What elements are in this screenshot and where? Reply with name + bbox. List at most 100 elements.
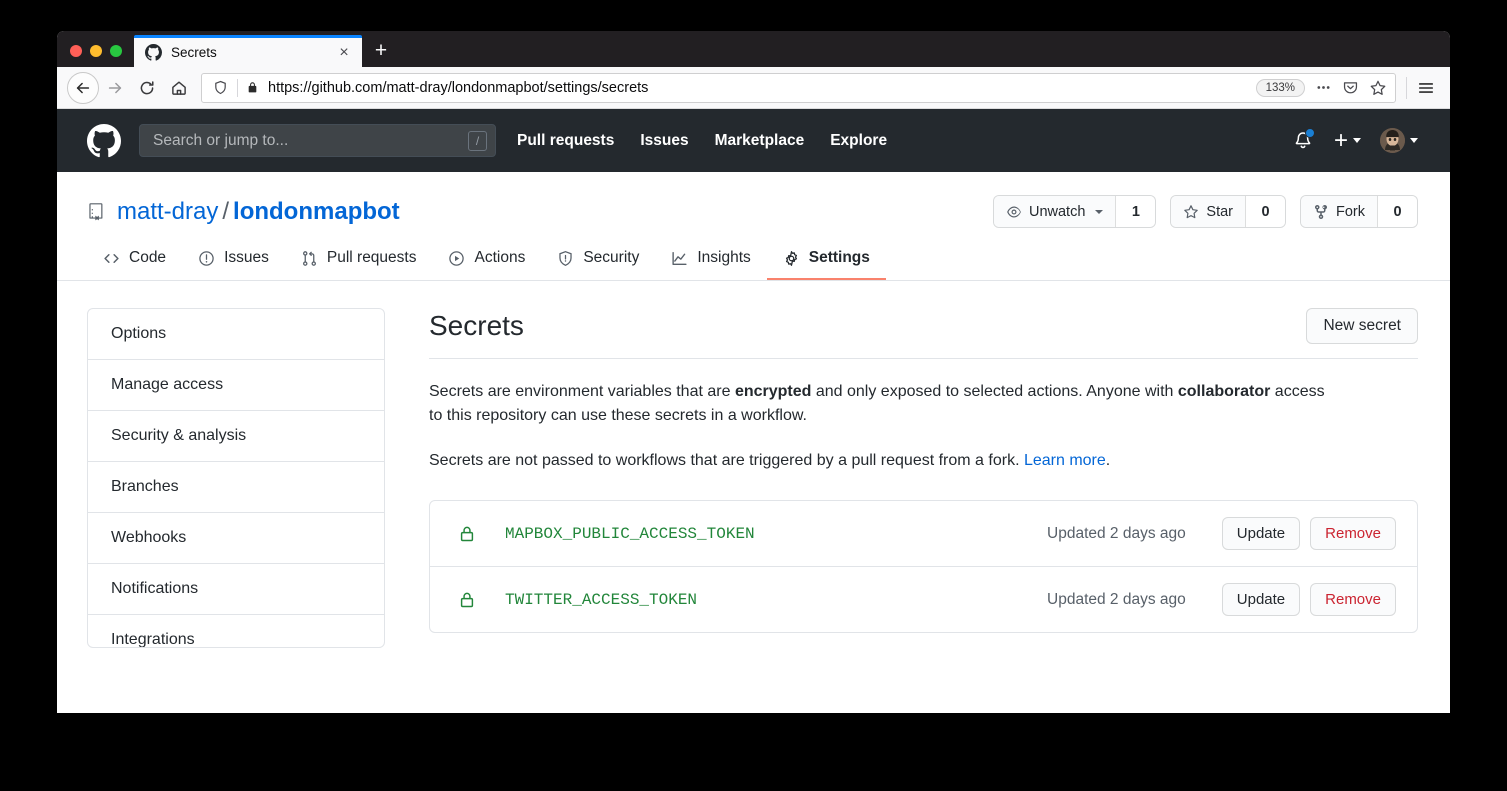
tab-actions[interactable]: Actions bbox=[432, 249, 541, 280]
lock-icon bbox=[458, 525, 476, 543]
notification-dot bbox=[1304, 127, 1315, 138]
secret-updated: Updated 2 days ago bbox=[1047, 590, 1186, 608]
maximize-window-button[interactable] bbox=[110, 45, 122, 57]
github-logo-icon[interactable] bbox=[87, 123, 121, 158]
update-secret-button[interactable]: Update bbox=[1221, 517, 1301, 550]
sidebar-item-options[interactable]: Options bbox=[88, 309, 384, 360]
tab-issues[interactable]: Issues bbox=[182, 249, 285, 280]
lock-icon[interactable] bbox=[245, 81, 259, 94]
desc2-part2: . bbox=[1105, 452, 1111, 469]
close-window-button[interactable] bbox=[70, 45, 82, 57]
eye-icon bbox=[1006, 204, 1022, 220]
watch-count[interactable]: 1 bbox=[1115, 196, 1156, 227]
repo-name-link[interactable]: londonmapbot bbox=[233, 198, 400, 225]
repo-owner-link[interactable]: matt-dray bbox=[117, 198, 218, 225]
tab-pull-requests[interactable]: Pull requests bbox=[285, 249, 433, 280]
browser-toolbar: https://github.com/matt-dray/londonmapbo… bbox=[57, 67, 1450, 109]
sidebar-item-webhooks[interactable]: Webhooks bbox=[88, 513, 384, 564]
back-icon[interactable] bbox=[67, 71, 99, 104]
desc1-part2: and only exposed to selected actions. An… bbox=[811, 383, 1178, 400]
settings-main: Secrets New secret Secrets are environme… bbox=[429, 308, 1418, 648]
tab-settings-label: Settings bbox=[808, 249, 870, 266]
pocket-icon[interactable] bbox=[1337, 75, 1364, 101]
watch-button-group: Unwatch 1 bbox=[992, 195, 1157, 228]
zoom-level-badge[interactable]: 133% bbox=[1255, 78, 1305, 97]
minimize-window-button[interactable] bbox=[90, 45, 102, 57]
bell-icon[interactable] bbox=[1290, 127, 1316, 154]
new-secret-button[interactable]: New secret bbox=[1306, 308, 1418, 344]
nav-explore[interactable]: Explore bbox=[830, 132, 887, 150]
fork-button-group: Fork 0 bbox=[1300, 195, 1418, 228]
repo-book-icon bbox=[87, 202, 106, 221]
tab-security-label: Security bbox=[583, 249, 640, 266]
sidebar-item-branches[interactable]: Branches bbox=[88, 462, 384, 513]
tab-insights[interactable]: Insights bbox=[655, 249, 766, 280]
sidebar-item-manage-access[interactable]: Manage access bbox=[88, 360, 384, 411]
github-header: Search or jump to... / Pull requests Iss… bbox=[57, 109, 1450, 172]
forward-icon[interactable] bbox=[99, 72, 131, 104]
sidebar-item-integrations[interactable]: Integrations bbox=[88, 615, 384, 647]
nav-issues[interactable]: Issues bbox=[640, 132, 688, 150]
search-input[interactable]: Search or jump to... / bbox=[139, 124, 496, 157]
fork-icon bbox=[1313, 204, 1329, 220]
secrets-description-2: Secrets are not passed to workflows that… bbox=[429, 449, 1334, 473]
update-secret-button[interactable]: Update bbox=[1221, 583, 1301, 616]
graph-icon bbox=[671, 250, 688, 267]
secrets-list: MAPBOX_PUBLIC_ACCESS_TOKEN Updated 2 day… bbox=[429, 500, 1418, 633]
tab-issues-label: Issues bbox=[224, 249, 269, 266]
tab-security[interactable]: Security bbox=[541, 249, 655, 280]
nav-marketplace[interactable]: Marketplace bbox=[715, 132, 805, 150]
issue-opened-icon bbox=[198, 250, 215, 267]
url-text[interactable]: https://github.com/matt-dray/londonmapbo… bbox=[268, 80, 1256, 96]
ellipsis-icon[interactable] bbox=[1310, 75, 1337, 101]
remove-secret-button[interactable]: Remove bbox=[1310, 583, 1396, 616]
secret-name[interactable]: TWITTER_ACCESS_TOKEN bbox=[505, 591, 697, 609]
shield-icon[interactable] bbox=[210, 80, 230, 95]
window-controls bbox=[57, 45, 134, 67]
tab-settings[interactable]: Settings bbox=[766, 249, 886, 280]
bookmark-star-icon[interactable] bbox=[1364, 75, 1391, 101]
secret-name[interactable]: MAPBOX_PUBLIC_ACCESS_TOKEN bbox=[505, 525, 755, 543]
tab-insights-label: Insights bbox=[697, 249, 751, 266]
close-icon[interactable]: × bbox=[335, 44, 353, 62]
divider bbox=[1406, 76, 1407, 99]
sidebar-item-notifications[interactable]: Notifications bbox=[88, 564, 384, 615]
remove-secret-button[interactable]: Remove bbox=[1310, 517, 1396, 550]
header-actions: + bbox=[1290, 126, 1418, 154]
unwatch-button[interactable]: Unwatch bbox=[993, 196, 1116, 227]
fork-label: Fork bbox=[1336, 203, 1365, 220]
tab-actions-label: Actions bbox=[474, 249, 526, 266]
code-icon bbox=[103, 250, 120, 267]
star-button[interactable]: Star bbox=[1171, 196, 1245, 227]
url-bar[interactable]: https://github.com/matt-dray/londonmapbo… bbox=[201, 72, 1396, 103]
repository-nav: Code Issues Pull requests Actions Securi… bbox=[87, 249, 1418, 280]
lock-icon bbox=[458, 591, 476, 609]
tab-code[interactable]: Code bbox=[87, 249, 182, 280]
shield-icon bbox=[557, 250, 574, 267]
secret-row-actions: Update Remove bbox=[1221, 517, 1396, 550]
sidebar-item-security-analysis[interactable]: Security & analysis bbox=[88, 411, 384, 462]
home-icon[interactable] bbox=[163, 72, 195, 104]
hamburger-icon[interactable] bbox=[1411, 73, 1441, 103]
reload-icon[interactable] bbox=[131, 72, 163, 104]
browser-tab[interactable]: Secrets × bbox=[134, 35, 362, 67]
star-count[interactable]: 0 bbox=[1245, 196, 1285, 227]
desc1-part1: Secrets are environment variables that a… bbox=[429, 383, 735, 400]
page-viewport: Search or jump to... / Pull requests Iss… bbox=[57, 109, 1450, 712]
tab-code-label: Code bbox=[129, 249, 167, 266]
learn-more-link[interactable]: Learn more bbox=[1024, 452, 1106, 469]
create-new-button[interactable]: + bbox=[1333, 126, 1361, 154]
fork-count[interactable]: 0 bbox=[1377, 196, 1417, 227]
plus-icon: + bbox=[1333, 126, 1348, 154]
new-tab-button[interactable]: + bbox=[364, 35, 398, 67]
global-nav: Pull requests Issues Marketplace Explore bbox=[517, 132, 913, 150]
secrets-header: Secrets New secret bbox=[429, 308, 1418, 359]
browser-tab-strip: Secrets × + bbox=[57, 31, 1450, 67]
nav-pull-requests[interactable]: Pull requests bbox=[517, 132, 614, 150]
page-title: matt-dray / londonmapbot bbox=[117, 198, 400, 226]
divider bbox=[237, 78, 238, 97]
user-menu-button[interactable] bbox=[1380, 128, 1418, 153]
browser-window: Secrets × + https://github.com/matt-dray… bbox=[57, 31, 1450, 713]
fork-button[interactable]: Fork bbox=[1301, 196, 1377, 227]
secrets-page-title: Secrets bbox=[429, 310, 524, 341]
